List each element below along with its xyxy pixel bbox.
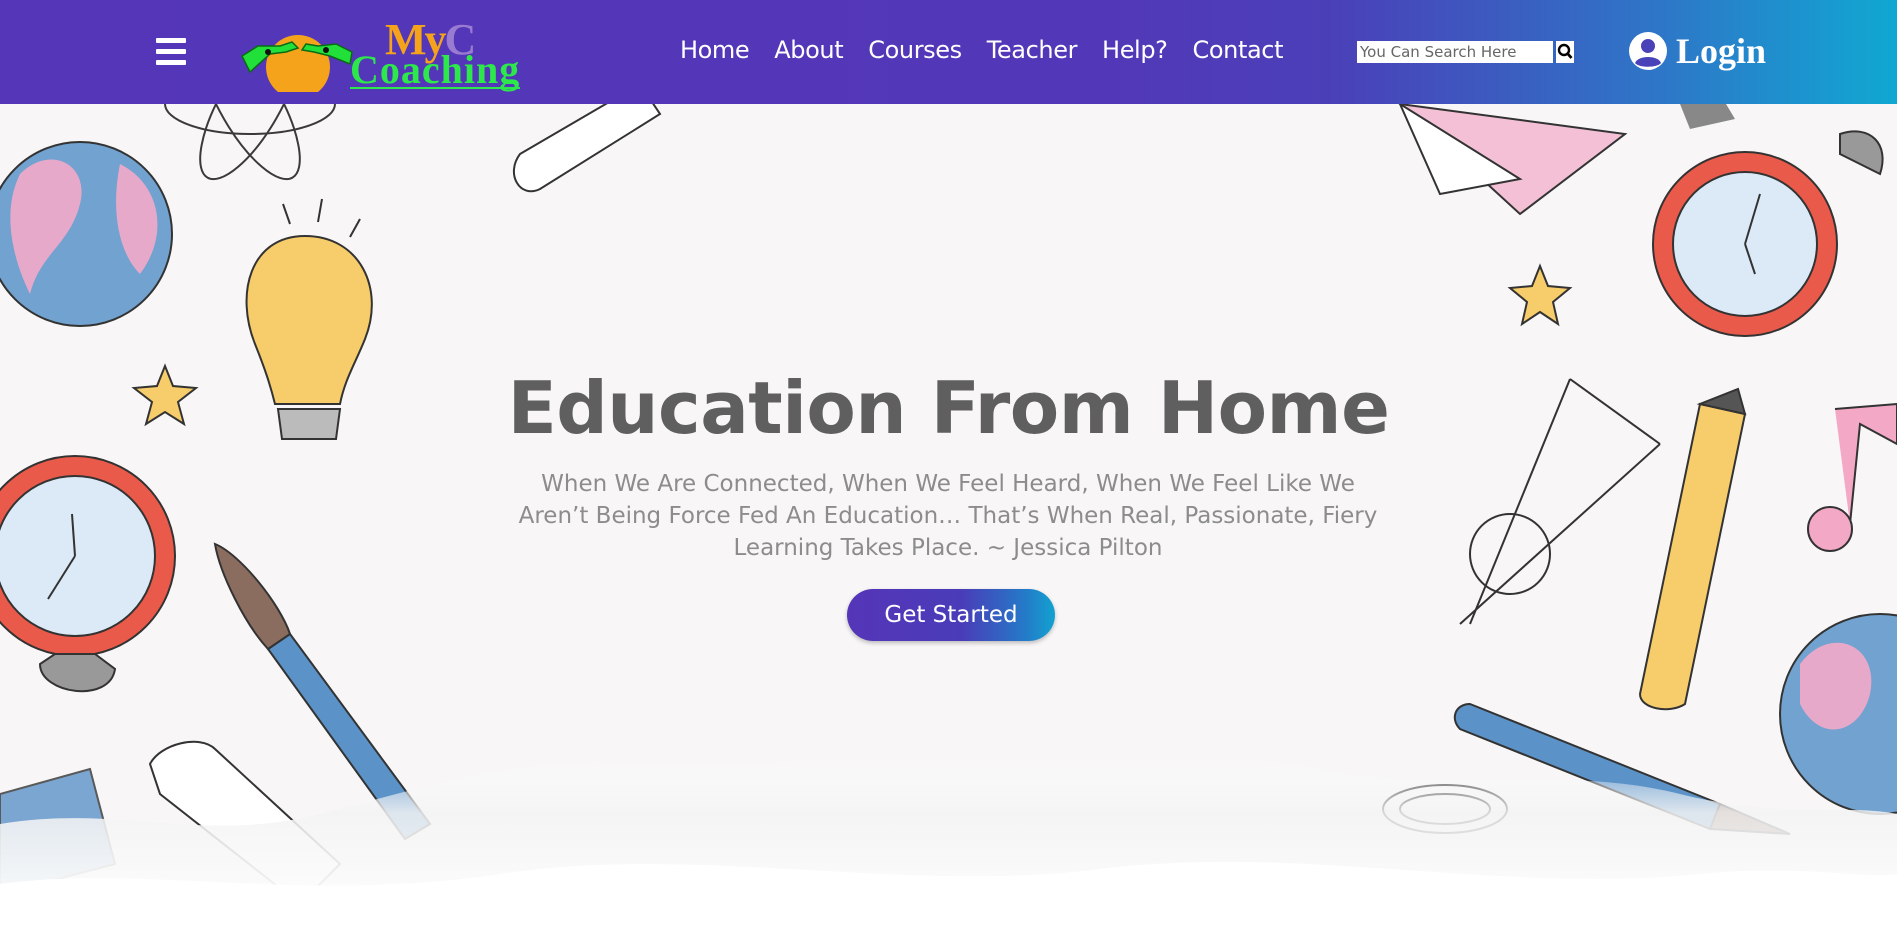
search-input[interactable] [1357, 41, 1553, 63]
alarm-clock-icon [1652, 104, 1884, 337]
user-circle-icon [1629, 32, 1667, 70]
search-icon [1557, 43, 1573, 59]
hamburger-menu-icon[interactable] [156, 36, 186, 66]
globe-icon [0, 141, 173, 327]
site-logo[interactable]: MyC Coaching [240, 12, 560, 92]
paper-plane-icon [1398, 104, 1628, 216]
main-nav: Home About Courses Teacher Help? Contact [680, 36, 1283, 64]
search-box [1357, 41, 1574, 63]
hero-quote: When We Are Connected, When We Feel Hear… [518, 471, 1378, 561]
search-button[interactable] [1556, 41, 1574, 63]
top-navbar: MyC Coaching Home About Courses Teacher … [0, 0, 1897, 104]
nav-link-contact[interactable]: Contact [1193, 36, 1284, 64]
menu-bar [156, 49, 186, 54]
nav-link-teacher[interactable]: Teacher [987, 36, 1078, 64]
hero-section: Education From Home When We Are Connecte… [0, 104, 1897, 925]
menu-bar [156, 38, 186, 43]
nav-link-courses[interactable]: Courses [868, 36, 962, 64]
menu-bar [156, 60, 186, 65]
nav-link-about[interactable]: About [774, 36, 843, 64]
atom-icon [164, 104, 336, 181]
star-icon [1507, 263, 1573, 327]
alarm-clock-icon [0, 455, 176, 693]
hero-title: Education From Home [507, 366, 1390, 450]
login-button[interactable]: Login [1628, 30, 1766, 72]
get-started-button[interactable]: Get Started [847, 589, 1055, 641]
globe-icon [1779, 613, 1897, 815]
pencil-icon [513, 104, 662, 193]
login-label: Login [1676, 31, 1767, 71]
logo-text-coaching: Coaching [350, 47, 521, 92]
nav-link-home[interactable]: Home [680, 36, 750, 64]
nav-link-help[interactable]: Help? [1102, 36, 1168, 64]
